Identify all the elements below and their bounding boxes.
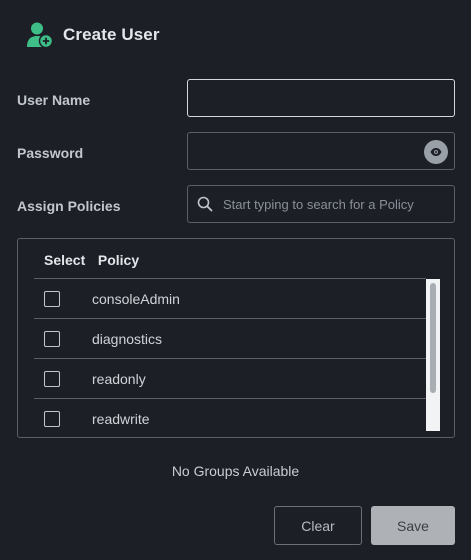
search-icon	[197, 196, 213, 212]
table-row[interactable]: consoleAdmin	[34, 278, 426, 318]
policy-table: Select Policy consoleAdmin diagnostics r…	[17, 238, 455, 438]
password-field[interactable]	[187, 132, 455, 170]
username-field[interactable]	[187, 79, 455, 117]
policy-name: diagnostics	[92, 330, 163, 347]
page-header: Create User	[26, 21, 160, 49]
column-header-policy: Policy	[97, 252, 140, 268]
username-input[interactable]	[188, 80, 454, 116]
user-add-icon	[27, 22, 54, 49]
policy-checkbox[interactable]	[44, 410, 60, 427]
page-title: Create User	[63, 25, 160, 44]
show-password-button[interactable]	[424, 140, 448, 164]
policy-name: readwrite	[92, 410, 150, 427]
password-label: Password	[17, 145, 84, 161]
table-scrollbar[interactable]	[426, 279, 440, 431]
table-header: Select Policy	[44, 252, 139, 268]
save-button[interactable]: Save	[371, 506, 455, 545]
table-row[interactable]: readonly	[34, 358, 426, 398]
policy-checkbox[interactable]	[44, 370, 60, 387]
scrollbar-thumb[interactable]	[430, 283, 436, 393]
create-user-page: Create User User Name Password Assign Po…	[0, 0, 471, 560]
policy-rows: consoleAdmin diagnostics readonly readwr…	[34, 278, 426, 437]
policy-name: consoleAdmin	[92, 290, 180, 307]
policy-search-input[interactable]	[213, 186, 454, 222]
username-label: User Name	[17, 92, 91, 108]
password-input[interactable]	[188, 133, 454, 169]
table-row[interactable]: diagnostics	[34, 318, 426, 358]
table-row[interactable]: readwrite	[34, 398, 426, 437]
policy-checkbox[interactable]	[44, 290, 60, 307]
policy-name: readonly	[92, 370, 146, 387]
eye-icon	[430, 148, 442, 156]
clear-button[interactable]: Clear	[274, 506, 362, 545]
column-header-select: Select	[44, 252, 86, 268]
policy-search-field[interactable]	[187, 185, 455, 223]
no-groups-message: No Groups Available	[171, 463, 300, 479]
assign-policies-label: Assign Policies	[17, 198, 121, 214]
policy-checkbox[interactable]	[44, 330, 60, 347]
